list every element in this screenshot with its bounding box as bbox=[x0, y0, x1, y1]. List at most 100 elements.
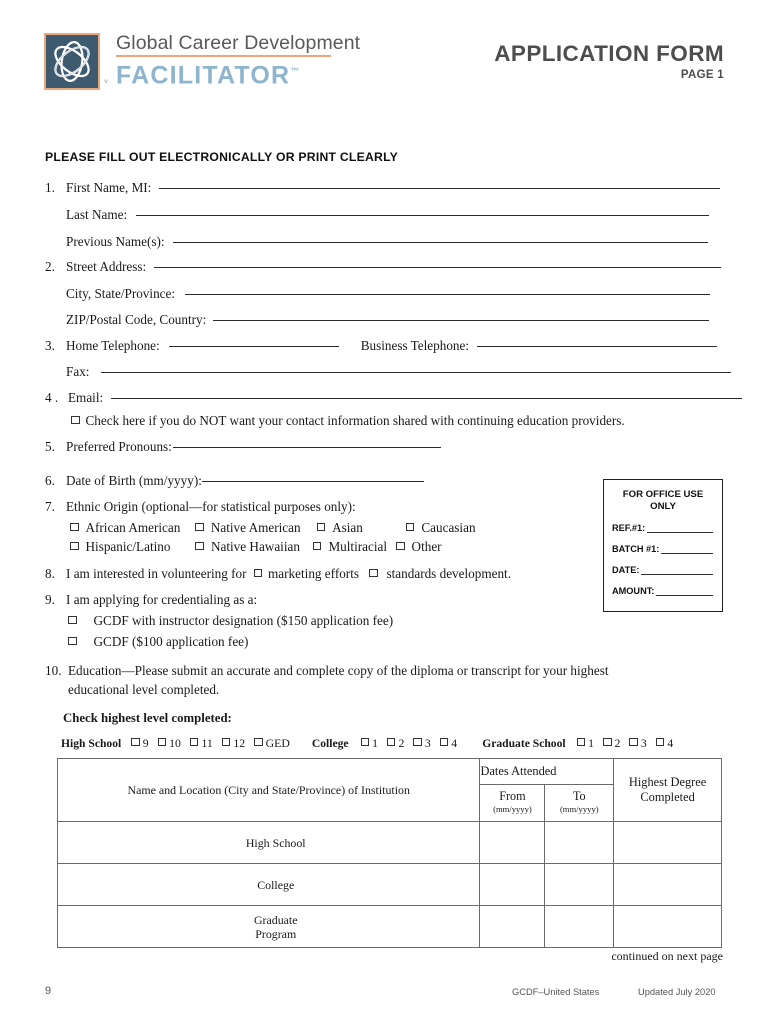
ethnic-checkbox-other[interactable] bbox=[396, 541, 405, 550]
for-office-use-box: FOR OFFICE USE ONLY REF.#1: BATCH #1: DA… bbox=[603, 479, 723, 612]
office-box-title: FOR OFFICE USE ONLY bbox=[604, 489, 722, 512]
table-cell-to-graduate[interactable] bbox=[544, 905, 615, 948]
level-label-grad-1: 1 bbox=[588, 736, 595, 750]
pronouns-input[interactable] bbox=[172, 447, 441, 448]
office-ref-input[interactable] bbox=[647, 523, 713, 533]
last-name-input[interactable] bbox=[136, 215, 710, 216]
level-option-col-2[interactable]: 2 bbox=[386, 736, 404, 751]
street-address-input[interactable] bbox=[154, 267, 722, 268]
ethnic-label-native-hawaiian: Native Hawaiian bbox=[210, 539, 300, 554]
table-header-institution: Name and Location (City and State/Provin… bbox=[56, 758, 481, 822]
level-checkbox-hs-ged[interactable] bbox=[254, 737, 263, 746]
office-date-input[interactable] bbox=[641, 565, 713, 575]
level-option-hs-12[interactable]: 12 bbox=[221, 736, 246, 751]
office-amount-input[interactable] bbox=[656, 586, 713, 596]
field-home-telephone-row: 3. Home Telephone: Business Telephone: bbox=[45, 338, 718, 353]
level-checkbox-hs-10[interactable] bbox=[157, 737, 167, 746]
credentialing-checkbox-instructor[interactable] bbox=[68, 615, 77, 624]
level-option-hs-9[interactable]: 9 bbox=[131, 736, 149, 751]
level-checkbox-col-3[interactable] bbox=[413, 737, 422, 746]
ethnic-checkbox-multiracial[interactable] bbox=[312, 541, 322, 550]
table-row-label-college[interactable]: College bbox=[56, 863, 481, 906]
volunteering-label-standards: standards development. bbox=[386, 566, 512, 581]
level-option-col-4[interactable]: 4 bbox=[439, 736, 458, 751]
level-checkbox-grad-1[interactable] bbox=[576, 737, 586, 746]
previous-names-label: Previous Name(s): bbox=[66, 234, 165, 249]
brand-wordmark: Global Career Development FACILITATOR™ bbox=[116, 32, 360, 89]
page-header: ˅ Global Career Development FACILITATOR™… bbox=[0, 0, 770, 115]
ethnic-checkbox-native-hawaiian[interactable] bbox=[195, 541, 204, 550]
level-option-hs-ged[interactable]: GED bbox=[254, 736, 290, 751]
last-name-label: Last Name: bbox=[66, 207, 128, 222]
table-row-label-graduate-program[interactable]: Graduate Program bbox=[56, 905, 481, 948]
table-cell-from-college[interactable] bbox=[479, 863, 546, 906]
ethnic-checkbox-african-american[interactable] bbox=[70, 522, 79, 531]
table-cell-to-college[interactable] bbox=[544, 863, 615, 906]
email-input[interactable] bbox=[111, 398, 743, 399]
level-checkbox-grad-4[interactable] bbox=[655, 737, 665, 746]
level-option-grad-4[interactable]: 4 bbox=[655, 736, 673, 751]
brand-line-secondary: FACILITATOR™ bbox=[116, 58, 360, 89]
city-state-label: City, State/Province: bbox=[66, 286, 176, 301]
pronouns-label: Preferred Pronouns: bbox=[66, 439, 172, 454]
ethnic-options-row-1: African American Native American Asian C… bbox=[70, 520, 476, 535]
opt-out-row: Check here if you do NOT want your conta… bbox=[71, 413, 625, 428]
level-checkbox-col-2[interactable] bbox=[386, 737, 396, 746]
credentialing-checkbox-gcdf[interactable] bbox=[68, 636, 77, 645]
business-telephone-input[interactable] bbox=[477, 346, 718, 347]
date-of-birth-input[interactable] bbox=[201, 481, 424, 482]
table-cell-degree-high-school[interactable] bbox=[613, 821, 722, 864]
level-checkbox-hs-11[interactable] bbox=[189, 737, 199, 746]
ethnic-options-row-2: Hispanic/Latino Native Hawaiian Multirac… bbox=[70, 539, 442, 554]
level-label-grad-3: 3 bbox=[640, 736, 647, 750]
home-telephone-input[interactable] bbox=[168, 346, 339, 347]
level-label-col-1: 1 bbox=[372, 736, 378, 750]
level-label-hs-11: 11 bbox=[201, 736, 213, 750]
office-batch-input[interactable] bbox=[661, 544, 713, 554]
zip-country-input[interactable] bbox=[213, 320, 710, 321]
level-option-grad-2[interactable]: 2 bbox=[603, 736, 620, 751]
table-cell-from-graduate[interactable] bbox=[479, 905, 546, 948]
ethnic-checkbox-caucasian[interactable] bbox=[405, 522, 415, 531]
opt-out-checkbox[interactable] bbox=[71, 415, 80, 424]
ethnic-checkbox-asian[interactable] bbox=[316, 522, 326, 531]
item-number-6: 6. bbox=[45, 473, 55, 488]
fax-input[interactable] bbox=[101, 372, 732, 373]
ethnic-checkbox-native-american[interactable] bbox=[195, 522, 204, 531]
previous-names-input[interactable] bbox=[172, 242, 708, 243]
level-option-grad-1[interactable]: 1 bbox=[576, 736, 595, 751]
city-state-input[interactable] bbox=[185, 294, 711, 295]
volunteering-checkbox-marketing[interactable] bbox=[253, 568, 263, 577]
level-label-hs-12: 12 bbox=[233, 736, 246, 750]
check-highest-level-heading: Check highest level completed: bbox=[63, 711, 232, 725]
office-batch-field: BATCH #1: bbox=[612, 533, 722, 554]
level-checkbox-grad-2[interactable] bbox=[603, 737, 612, 746]
table-cell-from-high-school[interactable] bbox=[479, 821, 546, 864]
level-checkbox-grad-3[interactable] bbox=[629, 737, 638, 746]
credentialing-option-2-row: GCDF ($100 application fee) bbox=[68, 634, 248, 649]
first-name-input[interactable] bbox=[159, 188, 721, 189]
zip-country-label: ZIP/Postal Code, Country: bbox=[66, 312, 207, 327]
ethnic-checkbox-hispanic-latino[interactable] bbox=[70, 541, 79, 550]
table-cell-degree-graduate[interactable] bbox=[613, 905, 722, 948]
level-checkbox-hs-9[interactable] bbox=[131, 737, 140, 746]
level-option-hs-11[interactable]: 11 bbox=[189, 736, 213, 751]
level-checkbox-col-1[interactable] bbox=[360, 737, 370, 746]
table-header-from-hint: (mm/yyyy) bbox=[493, 804, 532, 814]
level-option-col-1[interactable]: 1 bbox=[360, 736, 378, 751]
table-cell-degree-college[interactable] bbox=[613, 863, 722, 906]
level-checkbox-col-4[interactable] bbox=[439, 737, 449, 746]
item-number-5: 5. bbox=[45, 439, 55, 454]
field-street-address-row: 2. Street Address: bbox=[45, 259, 722, 274]
table-row-label-high-school[interactable]: High School bbox=[56, 821, 481, 864]
table-cell-to-high-school[interactable] bbox=[544, 821, 615, 864]
level-label-col-4: 4 bbox=[451, 736, 458, 750]
level-group-label-graduate-school: Graduate School bbox=[482, 737, 566, 750]
level-option-col-3[interactable]: 3 bbox=[413, 736, 431, 751]
brand-logo: ˅ Global Career Development FACILITATOR™ bbox=[44, 32, 360, 90]
volunteering-checkbox-standards[interactable] bbox=[369, 568, 378, 577]
level-option-grad-3[interactable]: 3 bbox=[629, 736, 647, 751]
level-checkbox-hs-12[interactable] bbox=[221, 737, 231, 746]
level-label-hs-9: 9 bbox=[142, 736, 149, 750]
level-option-hs-10[interactable]: 10 bbox=[157, 736, 181, 751]
